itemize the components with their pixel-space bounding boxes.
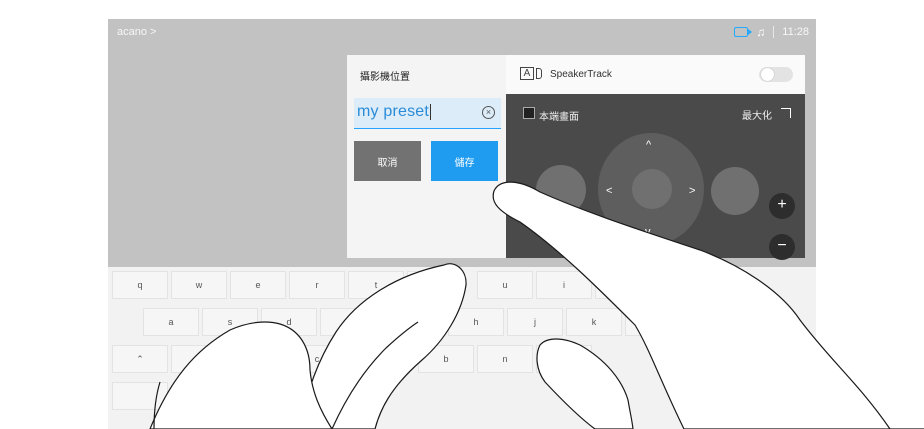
hands-illustration (149, 181, 924, 429)
